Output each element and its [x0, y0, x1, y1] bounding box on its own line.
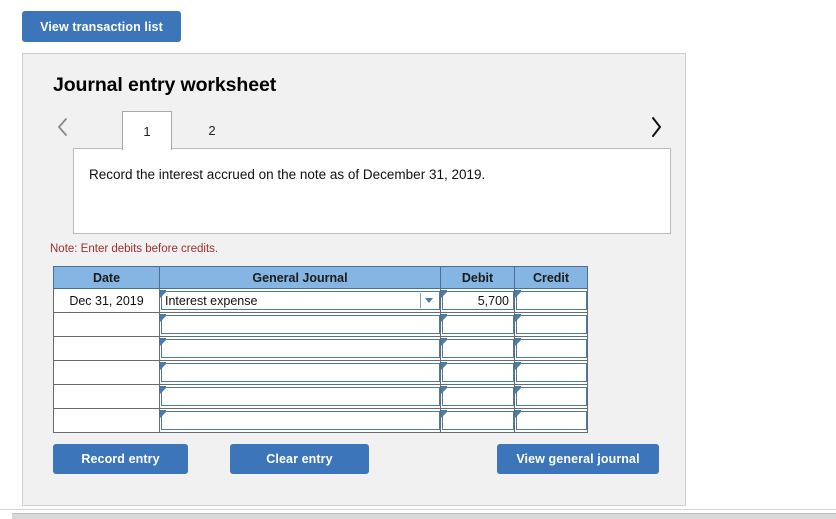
debit-value: 5,700: [477, 293, 509, 308]
debit-cell[interactable]: [440, 312, 515, 337]
account-input[interactable]: [160, 338, 440, 358]
credit-input[interactable]: [515, 386, 587, 406]
journal-entry-table: Date General Journal Debit Credit Dec 31…: [53, 266, 588, 433]
tab-page-1-label: 1: [143, 123, 151, 139]
account-cell[interactable]: [159, 384, 441, 409]
table-row: [53, 384, 588, 409]
credit-cell[interactable]: [514, 312, 588, 337]
date-cell[interactable]: [53, 336, 160, 361]
debit-cell[interactable]: [440, 336, 515, 361]
chevron-left-icon[interactable]: [49, 112, 75, 142]
date-cell[interactable]: [53, 408, 160, 433]
account-input[interactable]: [160, 362, 440, 382]
credit-input[interactable]: [515, 338, 587, 358]
worksheet-tabstrip: 1 2: [23, 104, 685, 150]
account-cell[interactable]: Interest expense: [159, 288, 441, 313]
account-input[interactable]: [160, 314, 440, 334]
credit-input[interactable]: [515, 362, 587, 382]
clear-entry-button[interactable]: Clear entry: [230, 444, 369, 474]
column-header-date: Date: [53, 266, 160, 289]
record-entry-button[interactable]: Record entry: [53, 444, 188, 474]
table-row: [53, 360, 588, 385]
chevron-down-icon[interactable]: [420, 293, 437, 308]
table-row: [53, 312, 588, 337]
debit-input[interactable]: [441, 410, 514, 430]
page-title: Journal entry worksheet: [53, 74, 277, 96]
table-row: Dec 31, 2019 Interest expense 5,700: [53, 288, 588, 313]
view-transaction-list-button[interactable]: View transaction list: [22, 11, 181, 42]
debit-input[interactable]: [441, 314, 514, 334]
tab-page-2-label: 2: [208, 123, 216, 138]
credit-input[interactable]: [515, 290, 587, 310]
credit-cell[interactable]: [514, 384, 588, 409]
account-value: Interest expense: [165, 293, 258, 308]
date-cell[interactable]: [53, 312, 160, 337]
debit-cell[interactable]: [440, 384, 515, 409]
debit-input[interactable]: [441, 338, 514, 358]
column-header-general-journal: General Journal: [159, 266, 441, 289]
credit-cell[interactable]: [514, 288, 588, 313]
account-cell[interactable]: [159, 312, 441, 337]
tab-page-1[interactable]: 1: [122, 111, 172, 150]
account-cell[interactable]: [159, 360, 441, 385]
account-input[interactable]: Interest expense: [160, 290, 440, 310]
account-cell[interactable]: [159, 336, 441, 361]
date-cell[interactable]: [53, 384, 160, 409]
bottom-scroll-bar[interactable]: [12, 513, 836, 519]
credit-cell[interactable]: [514, 360, 588, 385]
debit-input[interactable]: [441, 362, 514, 382]
credit-cell[interactable]: [514, 408, 588, 433]
table-row: [53, 336, 588, 361]
journal-entry-worksheet-panel: Journal entry worksheet 1 2 Record the i…: [22, 53, 686, 506]
table-header-row: Date General Journal Debit Credit: [53, 266, 588, 289]
account-input[interactable]: [160, 410, 440, 430]
date-cell[interactable]: Dec 31, 2019: [53, 288, 160, 313]
debits-before-credits-note: Note: Enter debits before credits.: [50, 243, 219, 255]
table-row: [53, 408, 588, 433]
page-divider: [0, 509, 836, 510]
debit-cell[interactable]: [440, 408, 515, 433]
column-header-debit: Debit: [440, 266, 515, 289]
transaction-prompt-text: Record the interest accrued on the note …: [89, 167, 486, 182]
tab-page-2[interactable]: 2: [187, 111, 237, 150]
credit-input[interactable]: [515, 314, 587, 334]
column-header-credit: Credit: [514, 266, 588, 289]
debit-cell[interactable]: [440, 360, 515, 385]
date-cell[interactable]: [53, 360, 160, 385]
journal-entry-rows: Dec 31, 2019 Interest expense 5,700: [53, 288, 588, 433]
transaction-prompt-box: Record the interest accrued on the note …: [73, 148, 671, 234]
credit-input[interactable]: [515, 410, 587, 430]
account-cell[interactable]: [159, 408, 441, 433]
debit-input[interactable]: 5,700: [441, 290, 514, 310]
account-input[interactable]: [160, 386, 440, 406]
debit-input[interactable]: [441, 386, 514, 406]
chevron-right-icon[interactable]: [643, 112, 669, 142]
credit-cell[interactable]: [514, 336, 588, 361]
debit-cell[interactable]: 5,700: [440, 288, 515, 313]
view-general-journal-button[interactable]: View general journal: [497, 444, 659, 474]
